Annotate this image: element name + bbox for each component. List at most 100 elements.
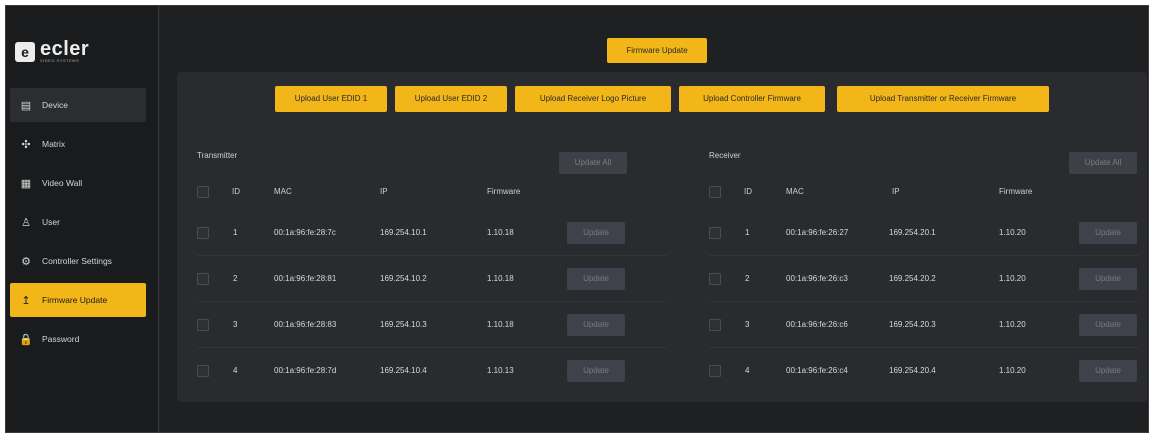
row-firmware: 1.10.20 [999, 366, 1026, 375]
sidebar-item-video-wall[interactable]: ▦ Video Wall [10, 166, 146, 200]
gear-icon: ⚙ [21, 255, 31, 268]
sidebar-item-device[interactable]: ▤ Device [10, 88, 146, 122]
sidebar-item-label: Password [42, 334, 80, 344]
upload-tx-rx-firmware-button[interactable]: Upload Transmitter or Receiver Firmware [837, 86, 1049, 112]
receiver-update-all-button[interactable]: Update All [1069, 152, 1137, 174]
sidebar: e ecler VIDEO SYSTEMS ▤ Device ✣ Matrix … [6, 6, 159, 432]
upload-controller-firmware-button[interactable]: Upload Controller Firmware [679, 86, 825, 112]
table-row: 4 00:1a:96:fe:28:7d 169.254.10.4 1.10.13… [197, 348, 667, 394]
table-row: 3 00:1a:96:fe:26:c6 169.254.20.3 1.10.20… [709, 302, 1139, 348]
row-firmware: 1.10.20 [999, 228, 1026, 237]
sidebar-nav: ▤ Device ✣ Matrix ▦ Video Wall ♙ User ⚙ … [10, 88, 146, 361]
sidebar-item-user[interactable]: ♙ User [10, 205, 146, 239]
row-checkbox[interactable] [197, 227, 209, 239]
upload-receiver-logo-button[interactable]: Upload Receiver Logo Picture [515, 86, 671, 112]
row-id: 1 [745, 228, 750, 237]
row-ip: 169.254.20.1 [889, 228, 936, 237]
ecler-logo: e ecler VIDEO SYSTEMS [15, 38, 90, 63]
row-firmware: 1.10.20 [999, 274, 1026, 283]
logo-text: ecler [40, 38, 90, 60]
row-update-button[interactable]: Update [1079, 314, 1137, 336]
video-wall-icon: ▦ [20, 177, 32, 190]
device-icon: ▤ [20, 99, 32, 112]
transmitter-update-all-button[interactable]: Update All [559, 152, 627, 174]
sidebar-item-label: Controller Settings [42, 256, 112, 266]
row-update-button[interactable]: Update [567, 268, 625, 290]
table-row: 4 00:1a:96:fe:26:c4 169.254.20.4 1.10.20… [709, 348, 1139, 394]
table-row: 2 00:1a:96:fe:28:81 169.254.10.2 1.10.18… [197, 256, 667, 302]
sidebar-item-firmware-update[interactable]: ↥ Firmware Update [10, 283, 146, 317]
sidebar-item-controller-settings[interactable]: ⚙ Controller Settings [10, 244, 146, 278]
transmitter-table-header: ID MAC IP Firmware [197, 182, 667, 202]
row-mac: 00:1a:96:fe:28:81 [274, 274, 337, 283]
row-mac: 00:1a:96:fe:28:7d [274, 366, 337, 375]
row-id: 3 [745, 320, 750, 329]
sidebar-item-label: Device [42, 100, 68, 110]
row-ip: 169.254.10.2 [380, 274, 427, 283]
row-mac: 00:1a:96:fe:26:c4 [786, 366, 848, 375]
sidebar-item-password[interactable]: 🔒 Password [10, 322, 146, 356]
row-mac: 00:1a:96:fe:28:7c [274, 228, 336, 237]
upload-icon: ↥ [21, 294, 31, 307]
table-row: 1 00:1a:96:fe:28:7c 169.254.10.1 1.10.18… [197, 210, 667, 256]
user-icon: ♙ [21, 216, 31, 229]
row-update-button[interactable]: Update [567, 360, 625, 382]
row-ip: 169.254.10.4 [380, 366, 427, 375]
upload-toolbar: Upload User EDID 1 Upload User EDID 2 Up… [177, 86, 1147, 112]
row-update-button[interactable]: Update [1079, 360, 1137, 382]
row-update-button[interactable]: Update [1079, 268, 1137, 290]
app-window: e ecler VIDEO SYSTEMS ▤ Device ✣ Matrix … [5, 5, 1149, 433]
column-header-firmware: Firmware [999, 187, 1033, 196]
column-header-ip: IP [892, 187, 900, 196]
transmitter-select-all-checkbox[interactable] [197, 186, 209, 198]
row-ip: 169.254.20.2 [889, 274, 936, 283]
row-checkbox[interactable] [709, 365, 721, 377]
receiver-title: Receiver [709, 151, 741, 160]
row-update-button[interactable]: Update [1079, 222, 1137, 244]
row-checkbox[interactable] [709, 273, 721, 285]
row-firmware: 1.10.18 [487, 320, 514, 329]
receiver-table-header: ID MAC IP Firmware [709, 182, 1139, 202]
column-header-ip: IP [380, 187, 388, 196]
row-update-button[interactable]: Update [567, 222, 625, 244]
row-ip: 169.254.20.4 [889, 366, 936, 375]
table-row: 3 00:1a:96:fe:28:83 169.254.10.3 1.10.18… [197, 302, 667, 348]
row-id: 4 [233, 366, 238, 375]
transmitter-title: Transmitter [197, 151, 238, 160]
row-id: 3 [233, 320, 238, 329]
row-update-button[interactable]: Update [567, 314, 625, 336]
row-checkbox[interactable] [197, 273, 209, 285]
row-checkbox[interactable] [197, 319, 209, 331]
sidebar-item-label: Video Wall [42, 178, 83, 188]
sidebar-item-label: User [42, 217, 60, 227]
receiver-select-all-checkbox[interactable] [709, 186, 721, 198]
row-id: 2 [233, 274, 238, 283]
column-header-id: ID [744, 187, 752, 196]
table-row: 2 00:1a:96:fe:26:c3 169.254.20.2 1.10.20… [709, 256, 1139, 302]
row-checkbox[interactable] [709, 227, 721, 239]
row-id: 4 [745, 366, 750, 375]
matrix-icon: ✣ [21, 138, 31, 151]
table-row: 1 00:1a:96:fe:26:27 169.254.20.1 1.10.20… [709, 210, 1139, 256]
row-mac: 00:1a:96:fe:26:c3 [786, 274, 848, 283]
row-mac: 00:1a:96:fe:26:27 [786, 228, 849, 237]
row-id: 1 [233, 228, 238, 237]
row-firmware: 1.10.18 [487, 228, 514, 237]
row-ip: 169.254.10.3 [380, 320, 427, 329]
upload-user-edid-2-button[interactable]: Upload User EDID 2 [395, 86, 507, 112]
row-id: 2 [745, 274, 750, 283]
row-ip: 169.254.20.3 [889, 320, 936, 329]
sidebar-item-label: Matrix [42, 139, 66, 149]
row-checkbox[interactable] [709, 319, 721, 331]
upload-user-edid-1-button[interactable]: Upload User EDID 1 [275, 86, 387, 112]
column-header-id: ID [232, 187, 240, 196]
row-mac: 00:1a:96:fe:28:83 [274, 320, 337, 329]
column-header-mac: MAC [786, 187, 804, 196]
lock-icon: 🔒 [19, 333, 33, 346]
firmware-panel: Upload User EDID 1 Upload User EDID 2 Up… [177, 72, 1147, 402]
row-checkbox[interactable] [197, 365, 209, 377]
row-firmware: 1.10.13 [487, 366, 514, 375]
row-ip: 169.254.10.1 [380, 228, 427, 237]
sidebar-item-matrix[interactable]: ✣ Matrix [10, 127, 146, 161]
firmware-update-button[interactable]: Firmware Update [607, 38, 707, 63]
